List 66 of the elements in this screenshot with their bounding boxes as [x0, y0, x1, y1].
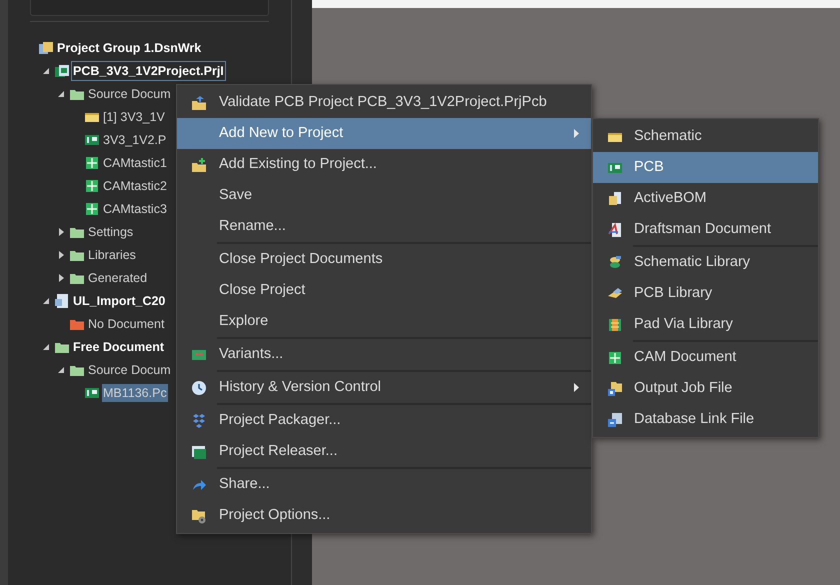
- menu-item[interactable]: Share...: [177, 469, 591, 500]
- database-document-icon: [607, 412, 623, 428]
- tree-item[interactable]: Project Group 1.DsnWrk: [56, 38, 202, 56]
- tree-item[interactable]: No Document: [87, 314, 166, 332]
- tree-item[interactable]: Free Document: [72, 338, 165, 356]
- collapsed-triangle-icon[interactable]: [58, 228, 64, 236]
- expanded-triangle-icon[interactable]: [58, 90, 64, 96]
- menu-item[interactable]: ActiveBOM: [593, 183, 818, 214]
- menu-item[interactable]: Project Packager...: [177, 405, 591, 436]
- boxes-icon: [191, 412, 207, 428]
- menu-item[interactable]: Variants...: [177, 339, 591, 370]
- tree-item[interactable]: UL_Import_C20: [72, 292, 166, 310]
- menu-item[interactable]: Explore: [177, 306, 591, 337]
- expanded-triangle-icon[interactable]: [43, 68, 49, 74]
- board-document-icon: [54, 62, 70, 78]
- pad-icon: [607, 316, 623, 332]
- tree-item[interactable]: CAMtastic2: [102, 176, 168, 194]
- expanded-triangle-icon[interactable]: [43, 298, 49, 304]
- expanded-triangle-icon[interactable]: [58, 366, 64, 372]
- menu-item[interactable]: Add New to Project: [177, 118, 591, 149]
- expanded-triangle-icon[interactable]: [43, 344, 49, 350]
- menu-item[interactable]: Close Project: [177, 275, 591, 306]
- menu-item[interactable]: History & Version Control: [177, 372, 591, 403]
- folder-arrow-icon: [191, 94, 207, 110]
- tree-item[interactable]: Settings: [87, 222, 134, 240]
- tree-item[interactable]: CAMtastic1: [102, 154, 168, 172]
- grid-icon: [84, 200, 100, 216]
- folder-plus-icon: [191, 156, 207, 172]
- menu-item[interactable]: Schematic: [593, 121, 818, 152]
- tree-item[interactable]: CAMtastic3: [102, 200, 168, 218]
- menu-item[interactable]: Database Link File: [593, 404, 818, 435]
- tree-item[interactable]: [1] 3V3_1V: [102, 108, 166, 126]
- tree-item[interactable]: Libraries: [87, 246, 137, 264]
- drawing-document-icon: [607, 222, 623, 238]
- menu-item[interactable]: Pad Via Library: [593, 309, 818, 340]
- menu-item[interactable]: Schematic Library: [593, 247, 818, 278]
- collapsed-triangle-icon[interactable]: [58, 274, 64, 282]
- menu-item[interactable]: Project Options...: [177, 500, 591, 531]
- tree-item[interactable]: Generated: [87, 268, 148, 286]
- tree-item[interactable]: Source Docum: [87, 360, 172, 378]
- document-icon: [54, 292, 70, 308]
- grid-icon: [84, 178, 100, 194]
- documents-icon: [607, 190, 623, 206]
- tree-item[interactable]: Source Docum: [87, 84, 172, 102]
- menu-item[interactable]: Project Releaser...: [177, 436, 591, 467]
- folder-gear-icon: [191, 508, 207, 524]
- collapsed-triangle-icon[interactable]: [58, 250, 64, 258]
- menu-item[interactable]: Add Existing to Project...: [177, 149, 591, 180]
- menu-item[interactable]: Output Job File: [593, 373, 818, 404]
- menu-item[interactable]: Draftsman Document: [593, 214, 818, 245]
- grid-icon: [607, 350, 623, 366]
- folder-stack-icon: [38, 40, 54, 56]
- folder-document-icon: [607, 380, 623, 396]
- menu-item[interactable]: Close Project Documents: [177, 244, 591, 275]
- menu-item[interactable]: CAM Document: [593, 342, 818, 373]
- board-stack-icon: [191, 444, 207, 460]
- menu-item[interactable]: Validate PCB Project PCB_3V3_1V2Project.PrjPcb: [177, 87, 591, 118]
- menu-item[interactable]: PCB Library: [593, 278, 818, 309]
- clock-icon: [191, 380, 207, 396]
- menu-item[interactable]: PCB: [593, 152, 818, 183]
- menu-item[interactable]: Save: [177, 180, 591, 211]
- grid-icon: [84, 154, 100, 170]
- tree-item[interactable]: 3V3_1V2.P: [102, 130, 168, 148]
- library-icon: [607, 254, 623, 270]
- tree-item[interactable]: PCB_3V3_1V2Project.PrjI: [72, 62, 225, 80]
- menu-item[interactable]: Rename...: [177, 211, 591, 242]
